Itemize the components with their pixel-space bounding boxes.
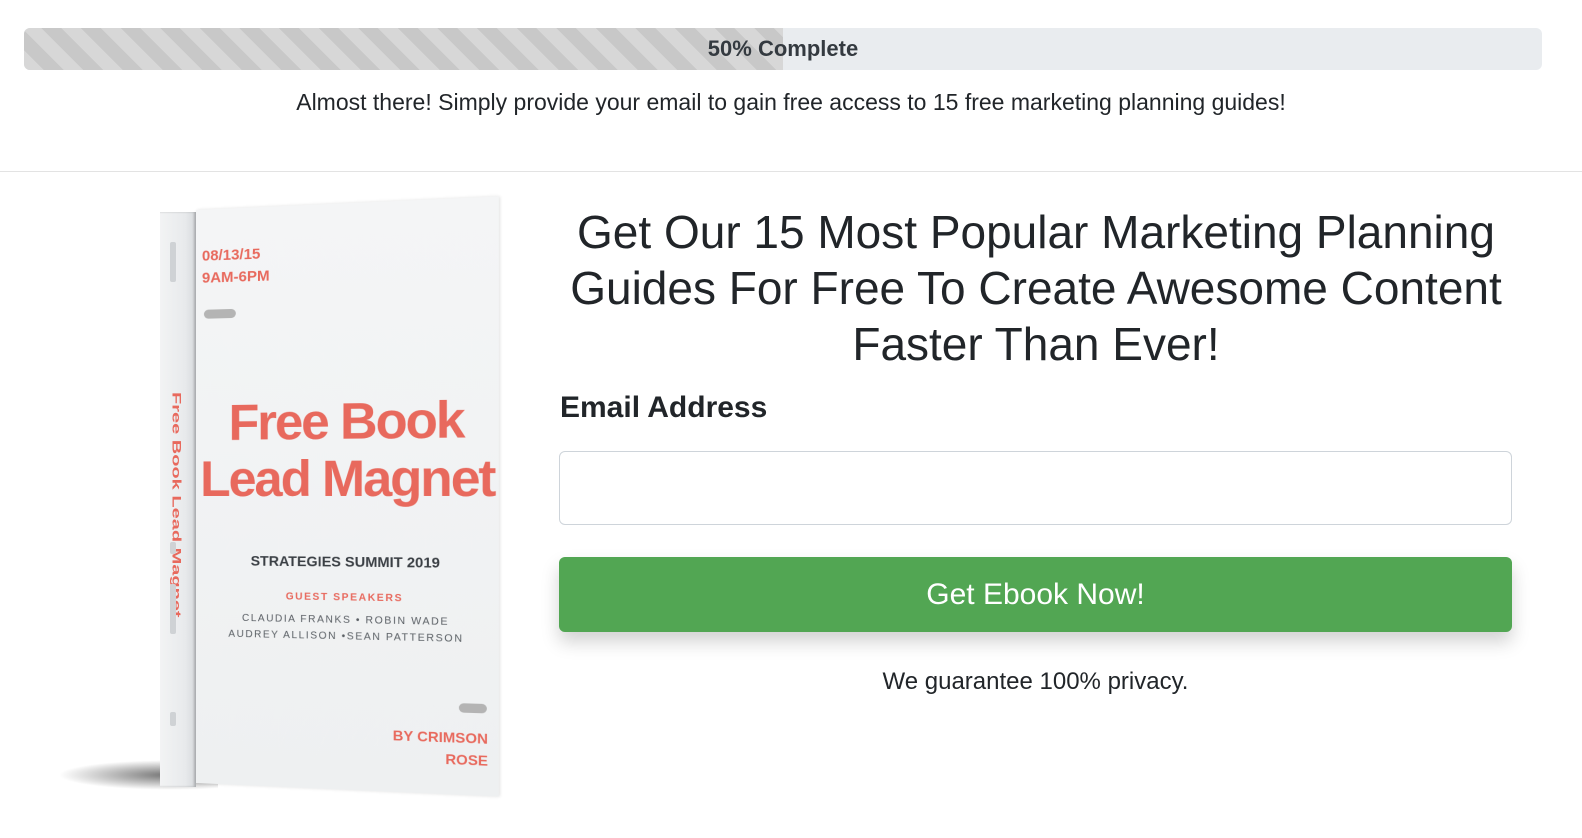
spine-mark <box>170 242 176 282</box>
ebook-cover-image: Free Book Lead Magnet 08/13/15 9AM-6PM F… <box>48 205 508 805</box>
email-field[interactable] <box>559 451 1512 525</box>
cover-event: STRATEGIES SUMMIT 2019 <box>196 552 499 571</box>
cover-title-line2: Lead Magnet <box>196 449 499 508</box>
cover-pill <box>204 309 236 319</box>
book-front-cover: 08/13/15 9AM-6PM Free Book Lead Magnet S… <box>196 196 499 796</box>
spine-mark <box>170 712 176 726</box>
cover-speakers: CLAUDIA FRANKS • ROBIN WADE AUDREY ALLIS… <box>196 610 499 649</box>
book-spine: Free Book Lead Magnet <box>160 212 196 787</box>
privacy-note: We guarantee 100% privacy. <box>559 668 1512 696</box>
progress-bar: 50% Complete <box>24 28 1542 70</box>
cover-pill <box>459 703 487 713</box>
cover-title-line1: Free Book <box>196 390 499 451</box>
cover-title: Free Book Lead Magnet <box>196 390 499 507</box>
cover-date-day: 08/13/15 <box>202 243 270 268</box>
spine-mark <box>170 584 176 634</box>
cover-author-line1: BY CRIMSON <box>381 724 488 750</box>
cover-date: 08/13/15 9AM-6PM <box>202 243 270 290</box>
cover-author-line2: ROSE <box>381 746 488 772</box>
spine-mark <box>170 542 176 554</box>
section-divider <box>0 171 1582 172</box>
cover-speakers-label: GUEST SPEAKERS <box>196 590 499 606</box>
cover-date-time: 9AM-6PM <box>202 265 270 289</box>
get-ebook-button[interactable]: Get Ebook Now! <box>559 557 1512 632</box>
page-headline: Get Our 15 Most Popular Marketing Planni… <box>548 204 1524 372</box>
email-label: Email Address <box>560 391 767 425</box>
cover-author: BY CRIMSON ROSE <box>381 724 488 772</box>
progress-notice: Almost there! Simply provide your email … <box>0 89 1582 116</box>
progress-label: 50% Complete <box>24 28 1542 70</box>
